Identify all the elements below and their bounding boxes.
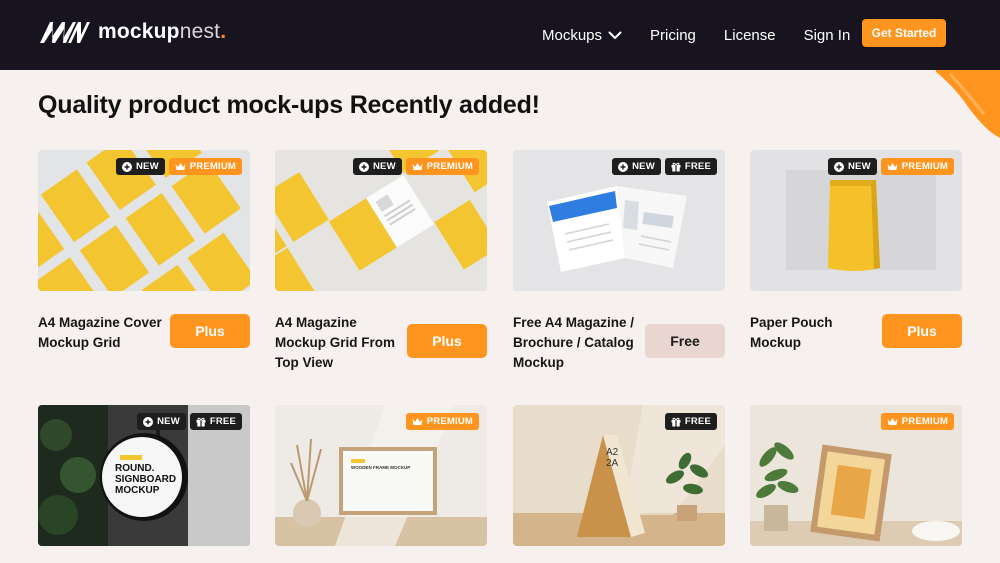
logo[interactable]: mockupnest. [38, 19, 226, 45]
premium-badge: PREMIUM [880, 158, 954, 175]
badge-group: NEW FREE [612, 158, 717, 175]
nav-license[interactable]: License [724, 27, 776, 44]
a2-label: A2 2A [606, 447, 619, 469]
new-badge: NEW [612, 158, 661, 175]
signboard-line-1: ROUND. [115, 463, 155, 474]
chevron-down-icon [608, 31, 622, 39]
top-nav: mockupnest. Mockups Pricing License Sign… [0, 0, 1000, 70]
plus-circle-icon [358, 161, 369, 172]
gift-icon [671, 417, 681, 426]
badge-group: PREMIUM [405, 413, 479, 430]
badge-group: PREMIUM [880, 413, 954, 430]
badge-group: NEW PREMIUM [115, 158, 242, 175]
nav-links: Mockups Pricing License Sign In [542, 0, 850, 70]
product-title[interactable]: A4 Magazine Mockup Grid From Top View [275, 313, 405, 373]
free-button[interactable]: Free [645, 324, 725, 358]
frame-label: WOODEN FRAME MOCKUP [351, 465, 410, 470]
new-badge: NEW [827, 158, 877, 175]
new-badge: NEW [137, 413, 186, 430]
plus-button[interactable]: Plus [407, 324, 487, 358]
new-badge: NEW [352, 158, 402, 175]
signboard-line-2: SIGNBOARD [115, 474, 176, 485]
free-badge: FREE [664, 413, 717, 430]
product-title[interactable]: A4 Magazine Cover Mockup Grid [38, 313, 168, 353]
plus-button[interactable]: Plus [882, 314, 962, 348]
badge-group: NEW FREE [137, 413, 242, 430]
crown-icon [175, 163, 186, 170]
premium-badge: PREMIUM [405, 158, 479, 175]
product-thumbnail[interactable]: NEW FREE [513, 150, 725, 291]
premium-badge: PREMIUM [168, 158, 242, 175]
product-thumbnail[interactable]: A2 2A FREE [513, 405, 725, 546]
gift-icon [196, 417, 206, 426]
product-title[interactable]: Paper Pouch Mockup [750, 313, 880, 353]
logo-text: mockupnest. [98, 20, 227, 43]
premium-badge: PREMIUM [405, 413, 479, 430]
product-thumbnail[interactable]: ROUND. SIGNBOARD MOCKUP NEW FREE [38, 405, 250, 546]
product-thumbnail[interactable]: NEW PREMIUM [38, 150, 250, 291]
gift-icon [671, 162, 681, 171]
get-started-button[interactable]: Get Started [862, 19, 946, 47]
crown-icon [412, 163, 423, 170]
badge-group: NEW PREMIUM [827, 158, 954, 175]
premium-badge: PREMIUM [880, 413, 954, 430]
nav-mockups[interactable]: Mockups [542, 27, 622, 44]
nav-sign-in[interactable]: Sign In [804, 27, 851, 44]
product-title[interactable]: Free A4 Magazine / Brochure / Catalog Mo… [513, 313, 643, 373]
mn-logo-icon [40, 22, 90, 43]
product-thumbnail[interactable]: NEW PREMIUM [750, 150, 962, 291]
plus-circle-icon [121, 161, 132, 172]
plus-button[interactable]: Plus [170, 314, 250, 348]
plus-circle-icon [143, 416, 154, 427]
product-thumbnail[interactable]: WOODEN FRAME MOCKUP PREMIUM [275, 405, 487, 546]
badge-group: NEW PREMIUM [352, 158, 479, 175]
nav-mockups-label: Mockups [542, 26, 603, 44]
crown-icon [887, 163, 898, 170]
plus-circle-icon [833, 161, 844, 172]
signboard-line-3: MOCKUP [115, 485, 160, 496]
free-badge: FREE [664, 158, 717, 175]
new-badge: NEW [115, 158, 165, 175]
product-thumbnail[interactable]: NEW PREMIUM [275, 150, 487, 291]
badge-group: FREE [664, 413, 717, 430]
free-badge: FREE [189, 413, 242, 430]
plus-circle-icon [618, 161, 629, 172]
page-title: Quality product mock-ups Recently added! [38, 91, 540, 119]
orange-brush-decoration [936, 70, 1000, 138]
product-thumbnail[interactable]: PREMIUM [750, 405, 962, 546]
crown-icon [887, 418, 898, 425]
nav-pricing[interactable]: Pricing [650, 27, 696, 44]
crown-icon [412, 418, 423, 425]
